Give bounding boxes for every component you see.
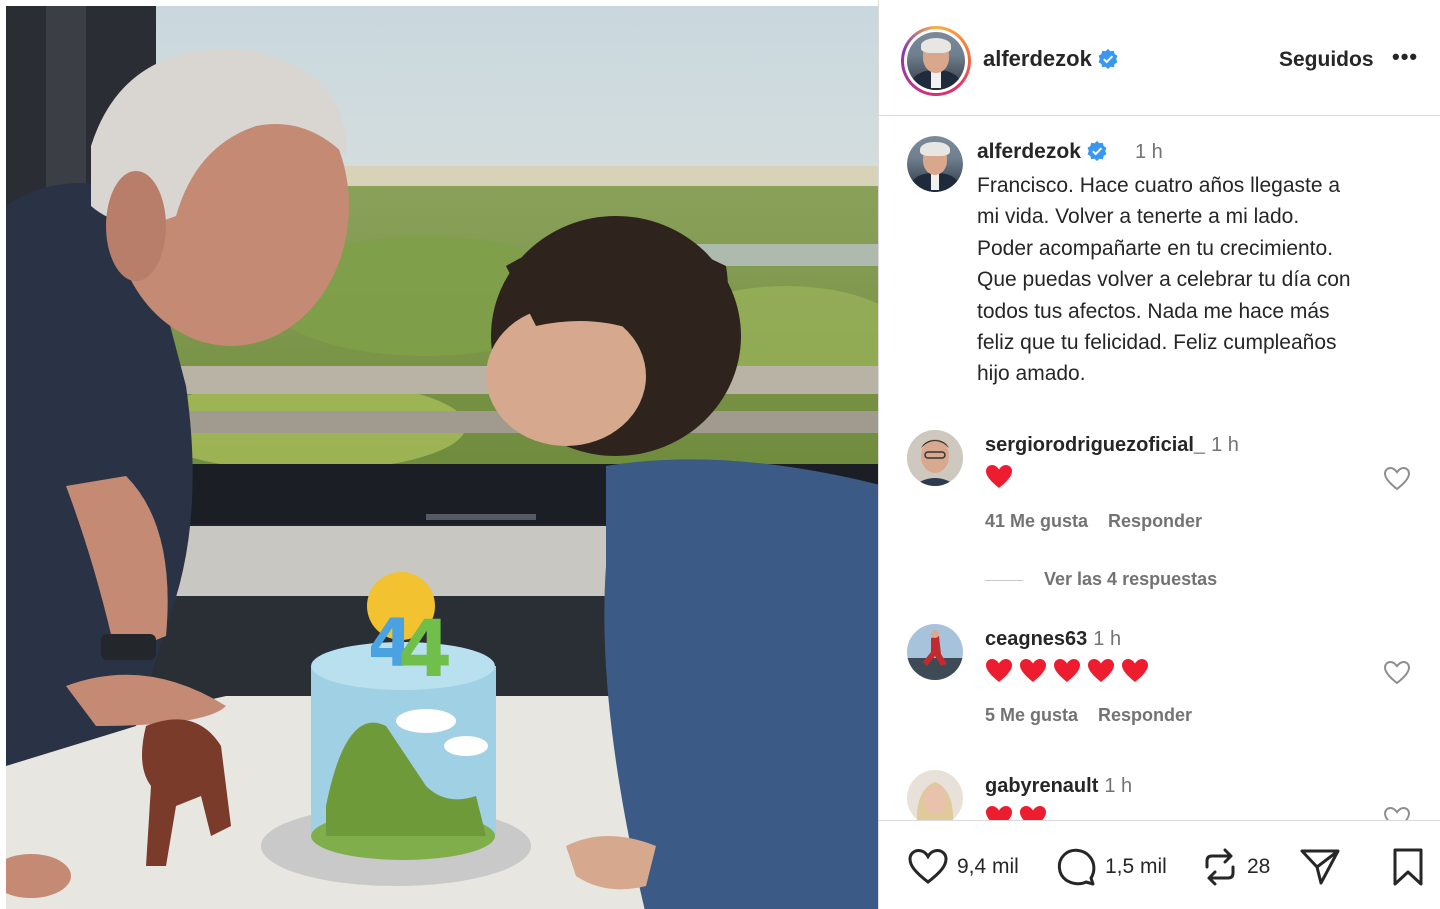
caption-author-username[interactable]: alferdezok [977,140,1107,164]
comment-meta: 5 Me gusta Responder [985,705,1192,726]
view-replies-button[interactable]: Ver las 4 respuestas [1044,569,1217,590]
red-heart-emoji-icon [1054,659,1080,682]
heart-icon[interactable] [907,848,949,886]
commenter-avatar[interactable] [907,624,963,680]
more-options-icon[interactable]: ••• [1392,44,1418,70]
verified-badge-icon [1098,49,1118,69]
comment-likes-count[interactable]: 41 Me gusta [985,511,1088,531]
comment-action[interactable]: 1,5 mil [1055,847,1167,887]
caption-author-avatar[interactable] [907,136,963,192]
author-username-header[interactable]: alferdezok [983,46,1118,72]
svg-text:4: 4 [398,605,452,695]
red-heart-emoji-icon [1122,659,1148,682]
comment-timestamp[interactable]: 1 h [1104,775,1132,797]
comment-timestamp[interactable]: 1 h [1093,628,1121,650]
following-button[interactable]: Seguidos [1279,48,1374,72]
save-action[interactable] [1391,847,1433,887]
post-caption: Francisco. Hace cuatro años llegaste a m… [977,170,1417,390]
post-actions-bar: 9,4 mil 1,5 mil 28 [879,820,1440,909]
comment-username-text[interactable]: sergiorodriguezoficial_ [985,434,1205,456]
caption-line: hijo amado. [977,362,1086,386]
verified-badge-icon [1087,141,1107,161]
author-avatar-story-ring[interactable] [901,26,971,96]
comment-likes-count[interactable]: 5 Me gusta [985,705,1078,725]
caption-username-text[interactable]: alferdezok [977,140,1081,163]
caption-line: mi vida. Volver a tenerte a mi lado. [977,205,1300,229]
repost-icon[interactable] [1201,847,1239,887]
caption-line: Francisco. Hace cuatro años llegaste a [977,174,1341,197]
red-heart-emoji-icon [986,659,1012,682]
reposts-count[interactable]: 28 [1247,855,1270,879]
reply-button[interactable]: Responder [1098,705,1192,725]
reply-button[interactable]: Responder [1108,511,1202,531]
commenter-avatar[interactable] [907,770,963,826]
view-replies-divider [985,580,1023,581]
commenter-avatar[interactable] [907,430,963,486]
comment-emoji-hearts [985,658,1149,684]
share-action[interactable] [1299,847,1349,887]
comment-like-heart-icon[interactable] [1383,660,1411,686]
bookmark-icon[interactable] [1391,847,1425,887]
comment-meta: 41 Me gusta Responder [985,511,1202,532]
caption-line: Que puedas volver a celebrar tu día con [977,268,1351,292]
comment-timestamp[interactable]: 1 h [1211,434,1239,456]
caption-line: feliz que tu felicidad. Feliz cumpleaños [977,331,1337,355]
author-username-text[interactable]: alferdezok [983,46,1092,71]
comment-username[interactable]: sergiorodriguezoficial_ 1 h [985,434,1239,457]
caption-timestamp[interactable]: 1 h [1135,141,1163,164]
caption-line: Poder acompañarte en tu crecimiento. [977,236,1334,260]
author-avatar [907,32,965,90]
comment-bubble-icon[interactable] [1055,846,1097,888]
likes-count[interactable]: 9,4 mil [957,855,1019,879]
comments-count[interactable]: 1,5 mil [1105,855,1167,879]
comment-username-text[interactable]: gabyrenault [985,775,1098,797]
caption-line: todos tus afectos. Nada me hace más [977,299,1330,323]
like-action[interactable]: 9,4 mil [907,847,1019,887]
red-heart-emoji-icon [1088,659,1114,682]
comment-username-text[interactable]: ceagnes63 [985,628,1087,650]
share-paper-plane-icon[interactable] [1299,847,1341,887]
repost-action[interactable]: 28 [1201,847,1270,887]
comment-like-heart-icon[interactable] [1383,466,1411,492]
red-heart-emoji-icon [1020,659,1046,682]
comment-username[interactable]: ceagnes63 1 h [985,628,1121,651]
post-photo-illustration: 4 4 [6,6,878,909]
red-heart-emoji-icon [986,465,1012,488]
post-header: alferdezok Seguidos ••• [879,0,1440,116]
post-photo[interactable]: 4 4 [0,0,878,909]
comment-emoji-hearts [985,464,1013,490]
comment-username[interactable]: gabyrenault 1 h [985,775,1132,798]
post-sidebar: alferdezok Seguidos ••• alferdezok 1 h F… [878,0,1440,909]
